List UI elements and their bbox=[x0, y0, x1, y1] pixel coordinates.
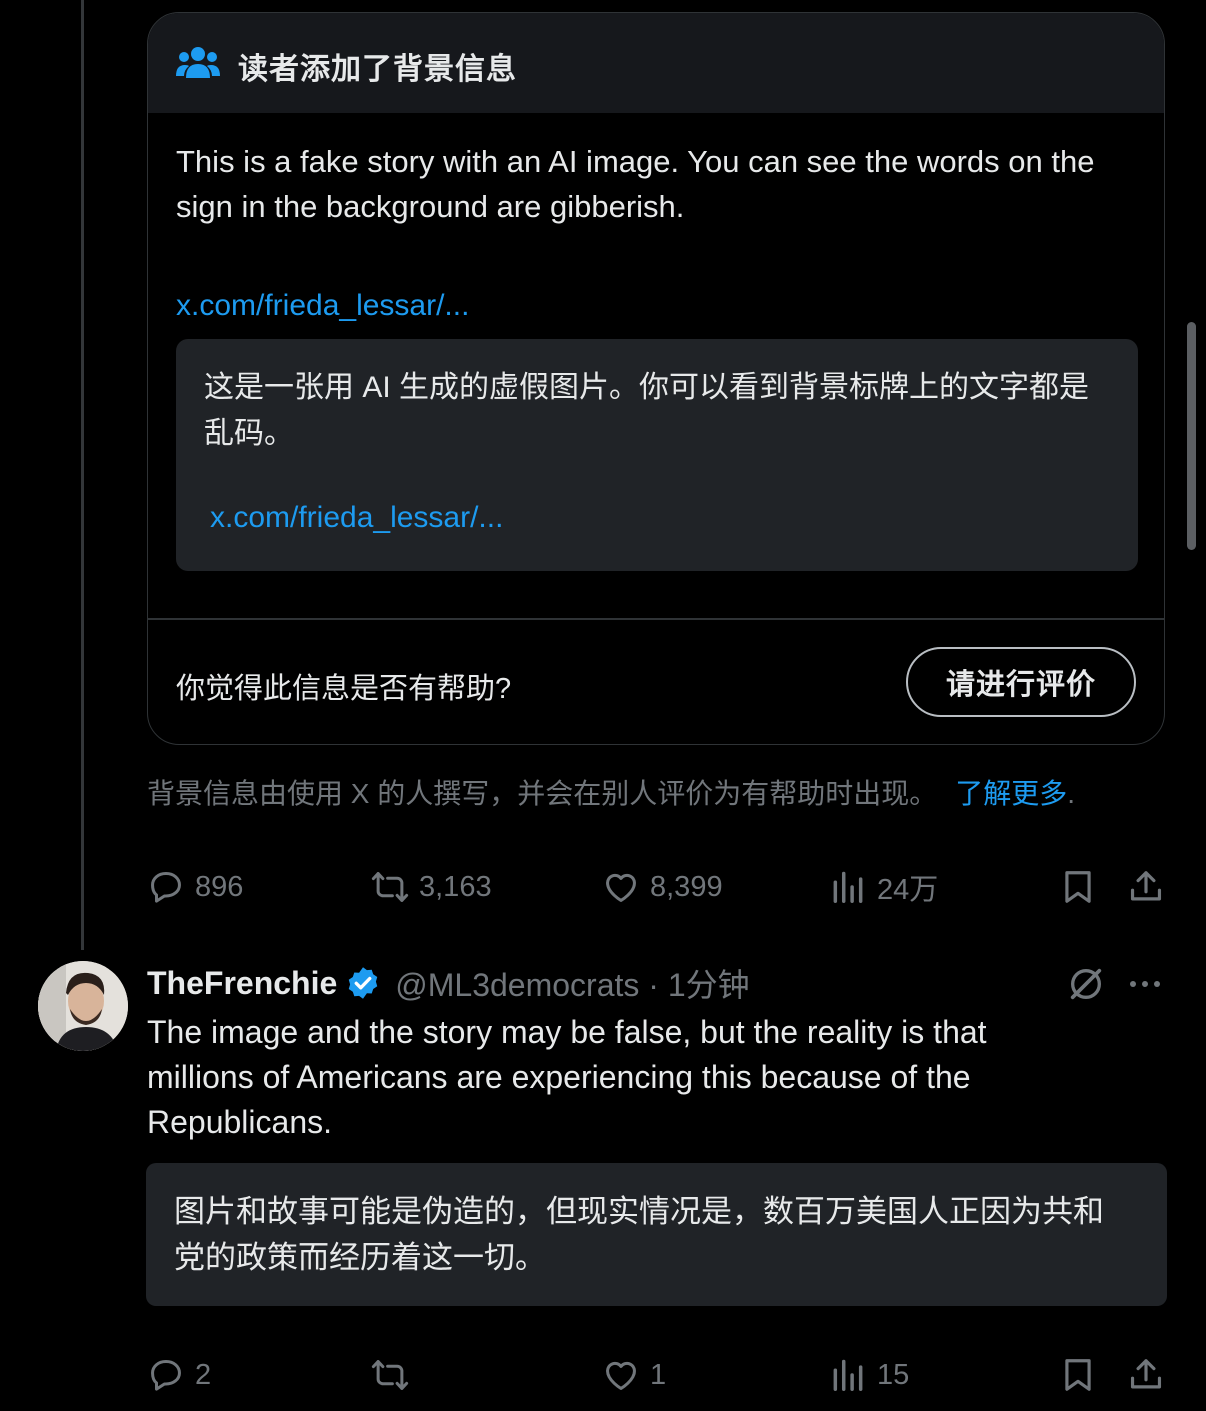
reply-button[interactable]: 2 bbox=[147, 1350, 211, 1400]
views-button[interactable]: 24万 bbox=[829, 862, 938, 912]
more-icon[interactable] bbox=[1126, 970, 1164, 998]
like-button[interactable]: 1 bbox=[602, 1350, 666, 1400]
community-note-title: 读者添加了背景信息 bbox=[238, 53, 517, 86]
views-button[interactable]: 15 bbox=[829, 1350, 909, 1400]
reply-icon bbox=[151, 1360, 181, 1391]
reply-count: 2 bbox=[195, 1358, 212, 1391]
scrollbar[interactable] bbox=[1187, 322, 1196, 550]
reply-action-bar: 2 1 15 bbox=[147, 1350, 1167, 1400]
bookmark-icon bbox=[1065, 871, 1091, 903]
bookmark-icon bbox=[1065, 1359, 1091, 1391]
people-icon bbox=[176, 47, 220, 78]
avatar[interactable] bbox=[38, 961, 128, 1051]
share-button[interactable] bbox=[1127, 1350, 1165, 1400]
like-button[interactable]: 8,399 bbox=[602, 862, 723, 912]
reply-text: The image and the story may be false, bu… bbox=[147, 1014, 987, 1140]
views-count: 24万 bbox=[877, 874, 939, 906]
rate-button[interactable]: 请进行评价 bbox=[906, 647, 1136, 717]
analytics-icon bbox=[833, 1359, 863, 1391]
reply-translation-box: 图片和故事可能是伪造的，但现实情况是，数百万美国人正因为共和党的政策而经历着这一… bbox=[146, 1163, 1167, 1306]
footer-text: 背景信息由使用 X 的人撰写，并会在别人评价为有帮助时出现。 bbox=[147, 778, 938, 809]
reply-icon bbox=[151, 872, 181, 903]
avatar-image bbox=[38, 961, 128, 1051]
verified-badge-icon bbox=[349, 967, 378, 999]
community-note-link[interactable]: x.com/frieda_lessar/... bbox=[176, 289, 469, 323]
share-button[interactable] bbox=[1127, 862, 1165, 912]
thread-connector-line bbox=[81, 0, 84, 950]
heart-icon bbox=[606, 873, 636, 902]
like-count: 8,399 bbox=[650, 870, 723, 903]
share-icon bbox=[1130, 1359, 1162, 1389]
author-name[interactable]: TheFrenchie bbox=[147, 965, 337, 1002]
views-count: 15 bbox=[877, 1358, 910, 1391]
community-note-text: This is a fake story with an AI image. Y… bbox=[176, 144, 1095, 224]
analytics-icon bbox=[833, 871, 863, 903]
post-action-bar: 896 3,163 8,399 24万 bbox=[147, 862, 1167, 912]
note-translation-text: 这是一张用 AI 生成的虚假图片。你可以看到背景标牌上的文字都是乱码。 bbox=[204, 371, 1090, 450]
repost-icon bbox=[371, 872, 409, 902]
heart-icon bbox=[606, 1361, 636, 1390]
bookmark-button[interactable] bbox=[1059, 862, 1097, 912]
share-icon bbox=[1130, 871, 1162, 901]
repost-button[interactable]: 3,163 bbox=[371, 862, 492, 912]
reply-header: TheFrenchie @ML3democrats · 1分钟 bbox=[147, 960, 750, 1006]
grok-icon[interactable] bbox=[1066, 964, 1106, 1004]
helpful-question: 你觉得此信息是否有帮助? bbox=[176, 673, 512, 705]
reply-translation-text: 图片和故事可能是伪造的，但现实情况是，数百万美国人正因为共和党的政策而经历着这一… bbox=[174, 1194, 1104, 1275]
community-note-footer: 背景信息由使用 X 的人撰写，并会在别人评价为有帮助时出现。 了解更多. bbox=[147, 772, 1075, 812]
repost-icon bbox=[371, 1360, 409, 1390]
divider bbox=[148, 618, 1164, 620]
like-count: 1 bbox=[650, 1358, 667, 1391]
reply-count: 896 bbox=[195, 870, 244, 903]
bookmark-button[interactable] bbox=[1059, 1350, 1097, 1400]
community-note-header: 读者添加了背景信息 bbox=[148, 13, 1164, 113]
repost-count: 3,163 bbox=[419, 870, 492, 903]
repost-button[interactable] bbox=[371, 1350, 419, 1400]
learn-more-link[interactable]: 了解更多. bbox=[955, 778, 1075, 809]
author-handle-time[interactable]: @ML3democrats · 1分钟 bbox=[395, 960, 749, 1006]
note-translation-box: 这是一张用 AI 生成的虚假图片。你可以看到背景标牌上的文字都是乱码。 x.co… bbox=[176, 339, 1138, 571]
note-translation-link[interactable]: x.com/frieda_lessar/... bbox=[210, 501, 503, 535]
reply-button[interactable]: 896 bbox=[147, 862, 243, 912]
community-note-card: 读者添加了背景信息 This is a fake story with an A… bbox=[147, 12, 1165, 745]
